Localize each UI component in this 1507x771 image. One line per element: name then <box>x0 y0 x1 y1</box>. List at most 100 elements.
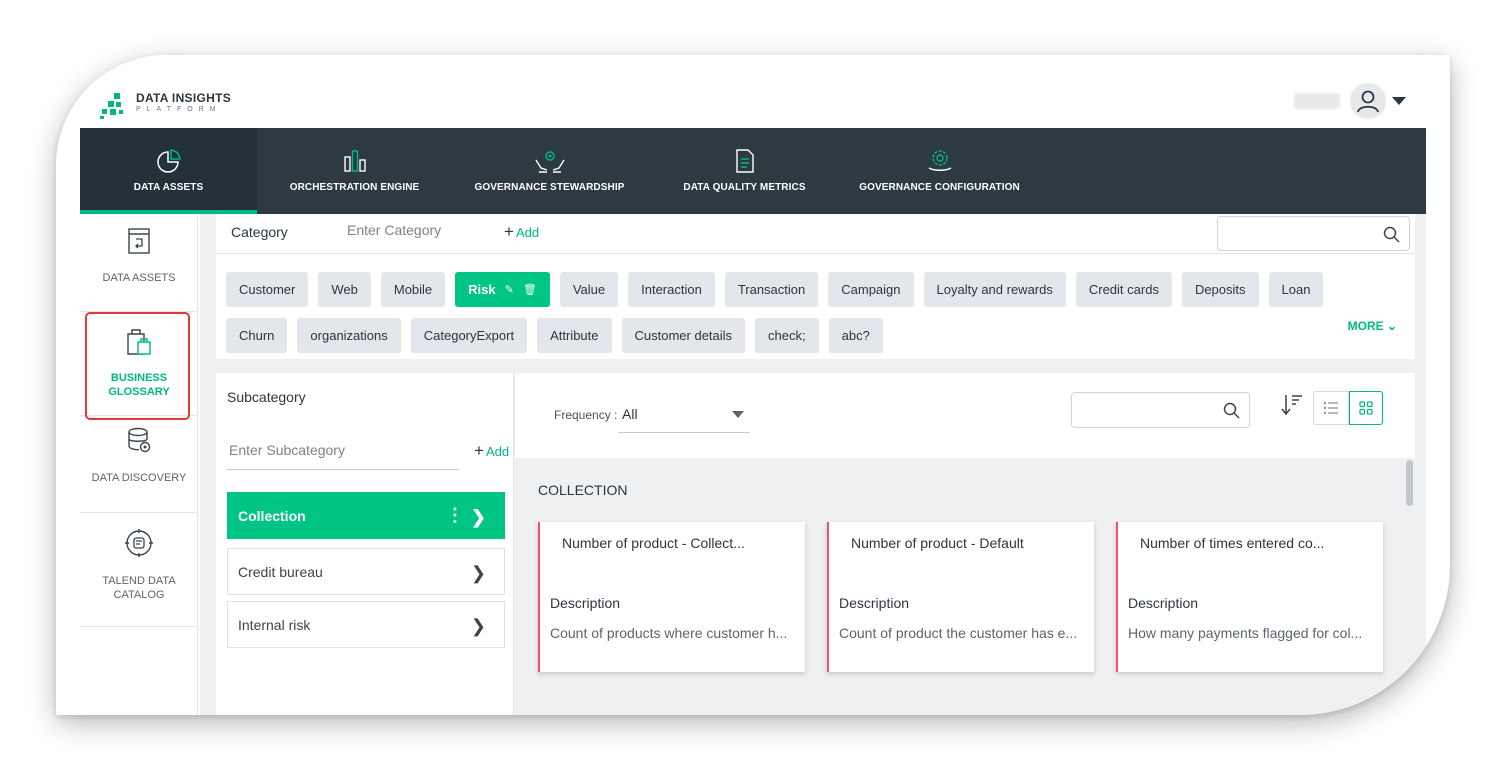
search-icon[interactable] <box>1223 402 1240 424</box>
more-vertical-icon[interactable]: ⋮ <box>446 505 464 526</box>
category-chip[interactable]: Campaign <box>828 272 914 307</box>
category-chip[interactable]: Loyalty and rewards <box>923 272 1066 307</box>
category-chip[interactable]: abc? <box>828 318 883 353</box>
nav-governance-configuration[interactable]: GOVERNANCE CONFIGURATION <box>842 128 1037 214</box>
nav-data-quality-metrics[interactable]: DATA QUALITY METRICS <box>647 128 842 214</box>
chevron-right-icon[interactable]: ❯ <box>471 507 486 528</box>
category-chip[interactable]: CategoryExport <box>410 318 528 353</box>
catalog-compass-icon <box>123 527 155 562</box>
frequency-select[interactable]: All <box>618 398 750 433</box>
nav-label: DATA ASSETS <box>133 182 204 193</box>
data-assets-icon <box>126 226 152 259</box>
add-subcategory-button[interactable]: + Add <box>474 441 509 461</box>
category-chip[interactable]: Loan <box>1268 272 1324 307</box>
category-chip-active[interactable]: Risk ✎ 🗑 <box>455 272 550 307</box>
card-description-label: Description <box>1128 595 1199 611</box>
sidebar-item-data-discovery[interactable]: DATA DISCOVERY <box>80 416 198 513</box>
logo-mark-icon <box>100 89 128 119</box>
chevron-down-icon: ⌄ <box>1386 319 1397 333</box>
sidebar-item-data-assets[interactable]: DATA ASSETS <box>80 214 198 312</box>
subcategory-label: Collection <box>238 507 306 524</box>
nav-label: GOVERNANCE STEWARDSHIP <box>474 182 625 193</box>
database-gear-icon <box>125 426 153 459</box>
glossary-main: Frequency : All COLLECTION Number of pro… <box>515 373 1415 715</box>
card-title: Number of times entered co... <box>1140 535 1325 551</box>
brand-subtitle: PLATFORM <box>136 106 222 113</box>
category-chip[interactable]: Value <box>559 272 619 307</box>
term-card[interactable]: Number of times entered co... Descriptio… <box>1116 522 1383 672</box>
main-nav: DATA ASSETS ORCHESTRATION ENGINE GOVERNA… <box>80 128 1426 214</box>
top-header: DATA INSIGHTS PLATFORM <box>80 55 1426 128</box>
pie-chart-icon <box>156 148 182 174</box>
gear-hand-icon <box>926 148 954 174</box>
subcategory-input[interactable]: Enter Subcategory <box>227 437 459 470</box>
category-chip[interactable]: Attribute <box>537 318 612 353</box>
document-icon <box>734 148 756 174</box>
category-chip-label: Risk <box>468 282 496 297</box>
sidebar-item-talend-data-catalog[interactable]: TALEND DATA CATALOG <box>80 513 198 627</box>
card-description-label: Description <box>839 595 910 611</box>
nav-governance-stewardship[interactable]: GOVERNANCE STEWARDSHIP <box>452 128 647 214</box>
category-chip[interactable]: Customer <box>226 272 309 307</box>
content-area: Category Enter Category + Add Customer We… <box>200 214 1426 715</box>
nav-data-assets[interactable]: DATA ASSETS <box>80 128 257 214</box>
add-label: Add <box>485 443 510 459</box>
user-menu[interactable] <box>1294 83 1406 119</box>
grid-view-icon[interactable] <box>1349 391 1383 425</box>
category-chip[interactable]: organizations <box>297 318 401 353</box>
category-chip[interactable]: check; <box>755 318 819 353</box>
app-window: DATA INSIGHTS PLATFORM DATA ASSETS ORCHE… <box>80 55 1426 715</box>
delete-icon[interactable]: 🗑 <box>523 283 537 296</box>
plus-icon: + <box>474 441 484 460</box>
card-title: Number of product - Collect... <box>562 535 745 551</box>
sidebar-item-label: TALEND DATA CATALOG <box>102 575 176 601</box>
more-button[interactable]: MORE ⌄ <box>1348 319 1397 333</box>
search-input[interactable] <box>1071 392 1250 428</box>
category-label: Category <box>231 224 288 240</box>
app-frame: DATA INSIGHTS PLATFORM DATA ASSETS ORCHE… <box>56 55 1450 715</box>
subcategory-item-internal-risk[interactable]: Internal risk ❯ <box>227 601 505 648</box>
nav-orchestration-engine[interactable]: ORCHESTRATION ENGINE <box>257 128 452 214</box>
collection-title: COLLECTION <box>538 482 628 498</box>
card-description-label: Description <box>550 595 621 611</box>
more-label: MORE <box>1347 319 1384 333</box>
nav-label: DATA QUALITY METRICS <box>683 182 806 193</box>
subcategory-panel: Subcategory Enter Subcategory + Add Colle… <box>216 373 514 715</box>
category-header: Category Enter Category + Add <box>216 214 1415 254</box>
bar-columns-icon <box>342 148 368 174</box>
card-description: How many payments flagged for col... <box>1128 625 1363 641</box>
subcategory-item-credit-bureau[interactable]: Credit bureau ❯ <box>227 548 505 595</box>
category-chip[interactable]: Transaction <box>724 272 819 307</box>
brand-logo[interactable]: DATA INSIGHTS PLATFORM <box>100 89 231 119</box>
category-chip[interactable]: Web <box>318 272 371 307</box>
category-chip[interactable]: Deposits <box>1181 272 1259 307</box>
add-category-button[interactable]: + Add <box>504 222 539 242</box>
term-card[interactable]: Number of product - Default Description … <box>827 522 1094 672</box>
subcategory-item-collection[interactable]: Collection ⋮ ❯ <box>227 492 505 539</box>
term-card[interactable]: Number of product - Collect... Descripti… <box>538 522 805 672</box>
sidebar-item-label: DATA ASSETS <box>102 272 176 284</box>
category-input[interactable]: Enter Category <box>347 222 441 238</box>
chevron-right-icon[interactable]: ❯ <box>471 616 486 637</box>
list-view-icon[interactable] <box>1313 391 1349 425</box>
hands-gear-icon <box>533 148 567 174</box>
user-name-blurred <box>1294 93 1340 109</box>
sort-icon[interactable] <box>1281 393 1303 422</box>
dropdown-arrow-icon <box>732 411 744 418</box>
category-search-input[interactable] <box>1217 216 1410 251</box>
user-avatar-icon[interactable] <box>1350 83 1386 119</box>
chevron-down-icon[interactable] <box>1392 97 1406 105</box>
card-description: Count of product the customer has e... <box>839 625 1078 641</box>
chevron-right-icon[interactable]: ❯ <box>471 563 486 584</box>
sidebar-item-label: DATA DISCOVERY <box>91 472 187 484</box>
category-chip[interactable]: Credit cards <box>1075 272 1172 307</box>
category-chip[interactable]: Mobile <box>380 272 446 307</box>
frequency-value: All <box>622 406 638 422</box>
category-chip[interactable]: Customer details <box>621 318 746 353</box>
edit-icon[interactable]: ✎ <box>505 283 514 296</box>
search-icon[interactable] <box>1383 226 1400 248</box>
scrollbar[interactable] <box>1406 460 1413 506</box>
nav-label: GOVERNANCE CONFIGURATION <box>859 182 1020 193</box>
category-chip[interactable]: Interaction <box>628 272 715 307</box>
category-chip[interactable]: Churn <box>226 318 288 353</box>
